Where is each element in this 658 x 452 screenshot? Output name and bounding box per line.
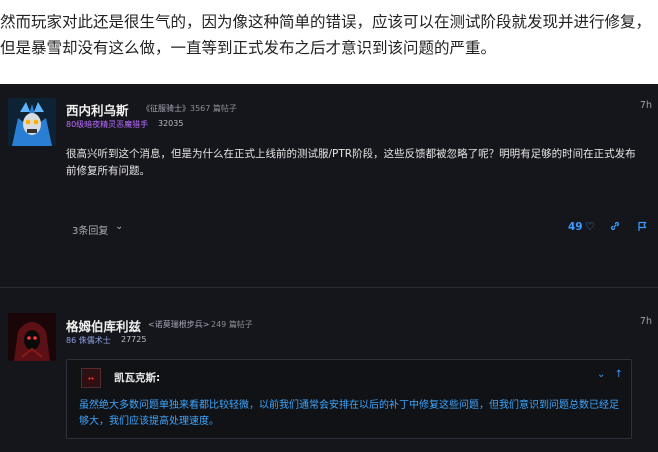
replies-count: 3条回复 [72, 226, 109, 237]
post-divider [0, 287, 658, 288]
article-paragraph-line-1: 然而玩家对此还是很生气的，因为像这种简单的错误，应该可以在测试阶段就发现并进行修… [0, 13, 652, 31]
user-class-level: 80级暗夜精灵恶魔猎手 [66, 120, 149, 129]
arrow-up-icon[interactable]: ↑ [615, 369, 623, 380]
article-paragraph-line-2: 但是暴雪却没有这么做，一直等到正式发布之后才意识到该问题的严重。 [0, 39, 497, 57]
post-time[interactable]: 7h [640, 316, 652, 327]
replies-toggle[interactable]: 3条回复 ⌄ [72, 221, 126, 237]
quoted-user-avatar [81, 368, 101, 388]
chevron-down-icon: ⌄ [115, 221, 124, 232]
avatar[interactable] [8, 313, 56, 361]
achievement-points: 27725 [121, 335, 147, 344]
post-body: 很高兴听到这个消息，但是为什么在正式上线前的测试服/PTR阶段，这些反馈都被忽略… [66, 148, 636, 177]
avatar[interactable] [8, 98, 56, 146]
username[interactable]: 格姆伯库利兹 [66, 316, 141, 335]
quote-block: 凯瓦克斯: ⌄ ↑ 虽然绝大多数问题单独来看都比较轻微，以前我们通常会安排在以后… [66, 359, 632, 439]
quoted-text: 虽然绝大多数问题单独来看都比较轻微，以前我们通常会安排在以后的补丁中修复这些问题… [79, 400, 619, 427]
quote-controls: ⌄ ↑ [597, 369, 623, 380]
quoted-username[interactable]: 凯瓦克斯: [114, 370, 160, 385]
heart-icon: ♡ [585, 220, 595, 233]
article-text: 然而玩家对此还是很生气的，因为像这种简单的错误，应该可以在测试阶段就发现并进行修… [0, 0, 658, 80]
forum-thread: 西内利乌斯 《征服骑士》 3567 篇帖子 80级暗夜精灵恶魔猎手 32035 … [0, 84, 658, 452]
username[interactable]: 西内利乌斯 [66, 100, 129, 119]
like-count: 49 [568, 221, 583, 233]
user-post-count: 3567 篇帖子 [190, 104, 237, 113]
user-title: <诺莫瑞根步兵> [148, 320, 210, 329]
post-time[interactable]: 7h [640, 100, 652, 111]
link-icon[interactable] [609, 220, 621, 235]
achievement-points: 32035 [158, 119, 184, 128]
like-button[interactable]: 49 ♡ [568, 220, 598, 235]
chevron-down-icon[interactable]: ⌄ [597, 369, 605, 380]
flag-icon[interactable] [636, 220, 648, 235]
user-title: 《征服骑士》 [142, 104, 190, 113]
user-post-count: 249 篇帖子 [211, 320, 253, 329]
user-class-level: 86 侏儒术士 [66, 336, 111, 345]
